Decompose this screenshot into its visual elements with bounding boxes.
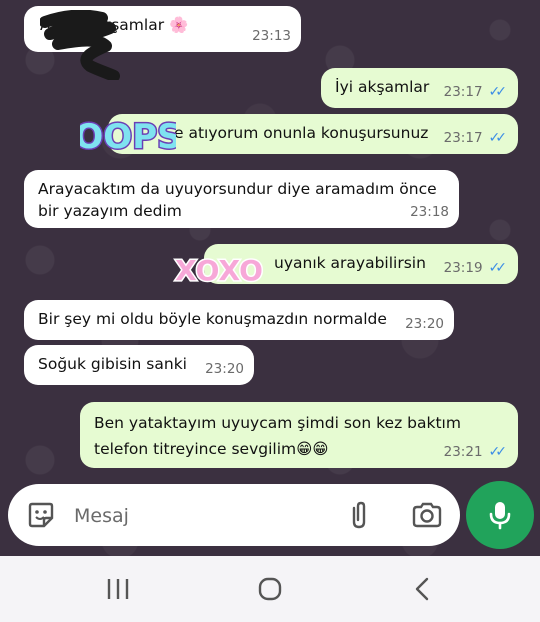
- camera-icon[interactable]: [408, 498, 446, 532]
- read-ticks-icon: ✓✓: [488, 444, 508, 460]
- back-icon[interactable]: [392, 570, 452, 608]
- message-text: Arayacaktım da uyuyorsundur diye aramadı…: [38, 180, 437, 220]
- message-input[interactable]: [72, 498, 336, 534]
- recent-apps-icon[interactable]: [88, 570, 148, 608]
- message-outgoing[interactable]: İyi akşamlar 23:17 ✓✓: [321, 68, 518, 108]
- message-time: 23:18: [410, 204, 449, 220]
- message-meta: 23:18: [410, 201, 449, 223]
- message-time: 23:21: [443, 444, 483, 460]
- message-outgoing[interactable]: Ben yataktayım uyuycam şimdi son kez bak…: [80, 402, 518, 468]
- xoxo-sticker-text: XOXO: [175, 254, 263, 287]
- redaction-scribble: [40, 10, 120, 80]
- message-time: 23:20: [405, 316, 444, 332]
- read-ticks-icon: ✓✓: [488, 84, 508, 100]
- microphone-button[interactable]: [466, 481, 534, 549]
- message-meta: 23:19 ✓✓: [443, 257, 508, 279]
- message-meta: 23:20: [205, 358, 244, 380]
- message-meta: 23:13: [252, 25, 291, 47]
- oops-sticker: OOPS: [80, 116, 176, 159]
- message-time: 23:17: [443, 130, 483, 146]
- message-composer: [8, 484, 460, 546]
- message-time: 23:17: [443, 84, 483, 100]
- message-text: Bir şey mi oldu böyle konuşmazdın normal…: [38, 310, 387, 328]
- message-meta: 23:17 ✓✓: [443, 127, 508, 149]
- oops-sticker-text: OOPS: [80, 117, 176, 157]
- message-time: 23:20: [205, 361, 244, 377]
- system-navigation-bar: [0, 556, 540, 622]
- xoxo-sticker: XOXO: [174, 253, 265, 289]
- message-incoming[interactable]: Soğuk gibisin sanki 23:20: [24, 345, 254, 385]
- microphone-icon: [489, 502, 511, 530]
- message-meta: 23:17 ✓✓: [443, 81, 508, 103]
- read-ticks-icon: ✓✓: [488, 130, 508, 146]
- message-meta: 23:20: [405, 313, 444, 335]
- read-ticks-icon: ✓✓: [488, 260, 508, 276]
- home-icon[interactable]: [240, 570, 300, 608]
- message-incoming[interactable]: Bir şey mi oldu böyle konuşmazdın normal…: [24, 300, 454, 340]
- message-text: Ben yataktayım uyuycam şimdi son kez bak…: [94, 414, 461, 458]
- message-time: 23:13: [252, 28, 291, 44]
- message-incoming[interactable]: Arayacaktım da uyuyorsundur diye aramadı…: [24, 170, 459, 228]
- sticker-smiley-icon[interactable]: [24, 498, 58, 532]
- message-meta: 23:21 ✓✓: [443, 441, 508, 463]
- message-time: 23:19: [443, 260, 483, 276]
- chat-area[interactable]: A... iyi akşamlar 🌸 23:13 İyi akşamlar 2…: [0, 0, 540, 556]
- paperclip-icon[interactable]: [342, 498, 376, 532]
